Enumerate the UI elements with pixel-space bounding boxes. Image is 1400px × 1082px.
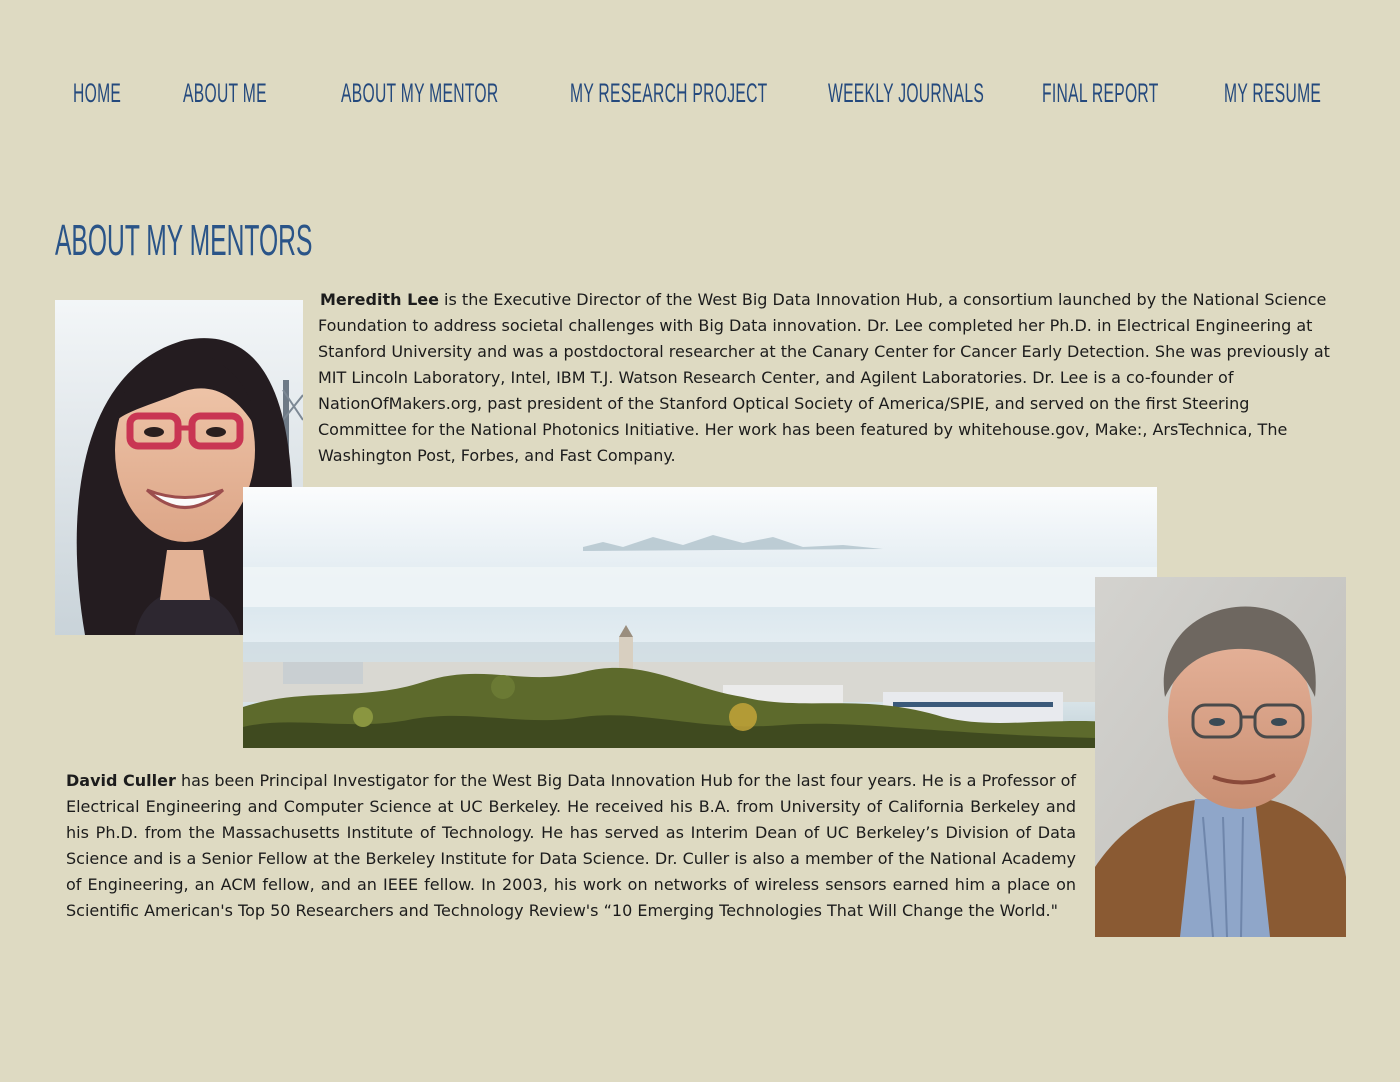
- page-title: About My Mentors: [55, 216, 313, 265]
- david-culler-photo: [1095, 577, 1346, 937]
- nav-weekly-journals-link[interactable]: Weekly Journals: [828, 78, 984, 109]
- nav-my-resume-link[interactable]: My Resume: [1224, 78, 1321, 109]
- berkeley-campus-panorama: [243, 487, 1157, 748]
- nav-home-link[interactable]: Home: [73, 78, 121, 109]
- nav-my-research-project-link[interactable]: My Research Project: [570, 78, 768, 109]
- nav-final-report-link[interactable]: Final Report: [1042, 78, 1159, 109]
- david-culler-name: David Culler: [66, 771, 176, 790]
- nav-about-me-link[interactable]: About Me: [183, 78, 267, 109]
- meredith-lee-bio-text: is the Executive Director of the West Bi…: [318, 290, 1330, 465]
- david-culler-bio-text: has been Principal Investigator for the …: [66, 771, 1077, 920]
- nav-about-my-mentor-link[interactable]: About My Mentor: [341, 78, 498, 109]
- meredith-lee-name: Meredith Lee: [320, 290, 439, 309]
- david-culler-bio: David Culler has been Principal Investig…: [66, 768, 1076, 924]
- meredith-lee-bio: Meredith Lee is the Executive Director o…: [318, 287, 1338, 469]
